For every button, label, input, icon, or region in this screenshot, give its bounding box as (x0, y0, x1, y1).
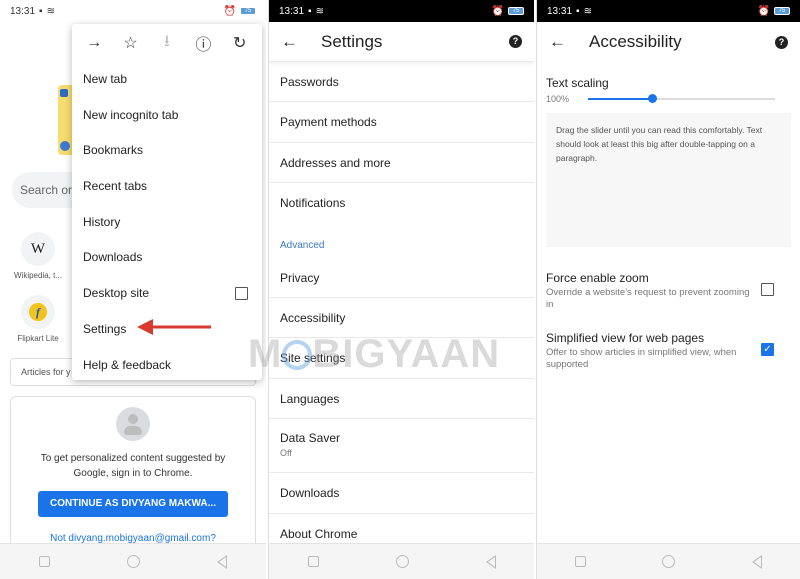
recents-button[interactable] (307, 556, 319, 567)
option-simplified-view[interactable]: Simplified view for web pages Offer to s… (546, 331, 791, 371)
settings-item-site-settings[interactable]: Site settings (269, 338, 534, 379)
notification-icon: ▪ (39, 5, 43, 17)
settings-toolbar: ← Settings ? (269, 22, 534, 62)
option-subtitle: Offer to show articles in simplified vie… (546, 347, 737, 370)
slider-thumb[interactable] (647, 94, 657, 103)
page-title: Settings (321, 31, 383, 51)
option-subtitle: Override a website's request to prevent … (546, 287, 750, 310)
download-icon[interactable]: ⭳ (155, 30, 179, 57)
menu-item-recent-tabs[interactable]: Recent tabs (72, 169, 262, 205)
signin-card: To get personalized content suggested by… (10, 396, 256, 556)
bookmark-star-icon[interactable]: ☆ (119, 33, 143, 53)
tile-label: Wikipedia, t... (13, 271, 62, 280)
back-button[interactable] (751, 554, 762, 569)
text-scaling-label: Text scaling (546, 76, 609, 90)
chrome-overflow-menu: → ☆ ⭳ ⓘ ↻ New tab New incognito tab Book… (72, 24, 262, 380)
alarm-icon: ⏰ (223, 5, 236, 17)
text-scaling-value: 100% (546, 94, 570, 104)
text-scaling-slider[interactable] (588, 93, 775, 105)
desktop-site-checkbox[interactable] (235, 287, 248, 301)
info-icon[interactable]: ⓘ (191, 31, 215, 55)
back-button[interactable] (485, 554, 496, 569)
option-force-enable-zoom[interactable]: Force enable zoom Override a website's r… (546, 271, 791, 311)
continue-as-button[interactable]: CONTINUE AS DIVYANG MAKWA... (38, 491, 228, 517)
alarm-icon: ⏰ (491, 5, 504, 17)
wikipedia-icon: W (21, 232, 55, 266)
settings-item-languages[interactable]: Languages (269, 379, 534, 420)
slider-fill (588, 98, 652, 100)
status-bar: 13:31 ▪ ≋ ⏰ 75 (0, 0, 266, 22)
settings-item-privacy[interactable]: Privacy (269, 258, 534, 298)
avatar-icon (116, 407, 150, 441)
signin-message: To get personalized content suggested by… (40, 453, 226, 479)
recents-button[interactable] (575, 556, 587, 567)
status-time: 13:31 (10, 5, 36, 17)
home-button[interactable] (126, 555, 140, 568)
flipkart-icon: f (21, 295, 55, 329)
section-header-advanced: Advanced (280, 239, 325, 251)
status-time: 13:31 (279, 5, 305, 17)
back-arrow-icon[interactable]: ← (549, 32, 589, 52)
settings-item-addresses[interactable]: Addresses and more (269, 143, 534, 184)
reload-icon[interactable]: ↻ (228, 33, 252, 53)
battery-icon: 75 (774, 7, 790, 15)
simplified-view-checkbox[interactable]: ✓ (761, 343, 774, 356)
menu-item-new-incognito-tab[interactable]: New incognito tab (72, 98, 262, 134)
notification-icon: ▪ (576, 5, 580, 17)
back-button[interactable] (217, 554, 228, 569)
menu-item-history[interactable]: History (72, 205, 262, 241)
tile-flipkart[interactable]: f Flipkart Lite (10, 295, 66, 343)
settings-item-payment-methods[interactable]: Payment methods (269, 102, 534, 143)
page-title: Accessibility (589, 32, 682, 51)
recents-button[interactable] (38, 556, 50, 567)
data-saver-value: Off (280, 448, 292, 459)
alarm-icon: ⏰ (757, 5, 770, 17)
back-arrow-icon[interactable]: ← (281, 32, 321, 52)
system-nav-bar (269, 543, 534, 579)
option-title: Simplified view for web pages (546, 331, 705, 345)
tile-wikipedia[interactable]: W Wikipedia, t... (10, 232, 66, 280)
settings-panel: 13:31 ▪ ≋ ⏰ 75 ← Settings ? Passwords Payme… (268, 0, 534, 579)
wifi-icon: ≋ (46, 5, 55, 17)
force-zoom-checkbox[interactable] (761, 283, 774, 296)
tile-label: Flipkart Lite (17, 334, 59, 343)
forward-icon[interactable]: → (82, 34, 106, 52)
status-bar: 13:31 ▪ ≋ ⏰ 75 (537, 0, 800, 22)
text-scaling-preview: Drag the slider until you can read this … (546, 113, 791, 247)
accessibility-panel: 13:31 ▪ ≋ ⏰ 75 ← Accessibility ? Text scali… (536, 0, 800, 579)
menu-item-label: Desktop site (83, 286, 150, 301)
notification-icon: ▪ (308, 5, 312, 17)
menu-item-desktop-site[interactable]: Desktop site (72, 276, 262, 312)
data-saver-label: Data Saver (280, 431, 341, 446)
wifi-icon: ≋ (583, 5, 592, 17)
wifi-icon: ≋ (315, 5, 324, 17)
status-time: 13:31 (547, 5, 573, 17)
menu-toolbar: → ☆ ⭳ ⓘ ↻ (72, 24, 262, 62)
status-bar: 13:31 ▪ ≋ ⏰ 75 (269, 0, 534, 22)
menu-item-new-tab[interactable]: New tab (72, 62, 262, 98)
accessibility-toolbar: ← Accessibility ? (537, 22, 800, 62)
help-icon[interactable]: ? (509, 35, 522, 48)
home-button[interactable] (395, 555, 409, 568)
settings-item-notifications[interactable]: Notifications (269, 183, 534, 223)
settings-item-data-saver[interactable]: Data Saver Off (269, 419, 534, 474)
menu-item-downloads[interactable]: Downloads (72, 240, 262, 276)
system-nav-bar (0, 543, 266, 579)
settings-item-accessibility[interactable]: Accessibility (269, 298, 534, 339)
option-title: Force enable zoom (546, 271, 649, 285)
menu-item-bookmarks[interactable]: Bookmarks (72, 133, 262, 169)
menu-item-settings[interactable]: Settings (72, 312, 262, 348)
menu-item-help-feedback[interactable]: Help & feedback (72, 348, 262, 384)
help-icon[interactable]: ? (775, 35, 788, 49)
home-button[interactable] (662, 555, 676, 568)
settings-item-passwords[interactable]: Passwords (269, 62, 534, 103)
battery-icon: 75 (240, 7, 256, 15)
battery-icon: 75 (508, 7, 524, 15)
system-nav-bar (537, 543, 800, 579)
chrome-new-tab-panel: 13:31 ▪ ≋ ⏰ 75 Search or W Wikipedia, t... … (0, 0, 266, 579)
settings-item-downloads[interactable]: Downloads (269, 473, 534, 514)
